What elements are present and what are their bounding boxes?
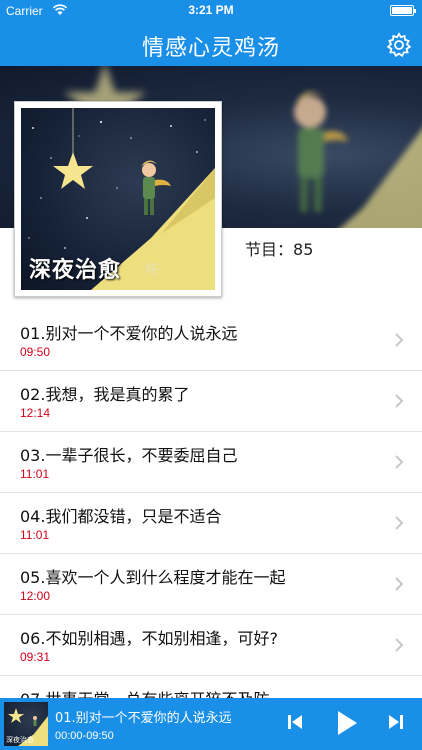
- episode-title: 07.世事无常，总有些离开猝不及防: [20, 686, 269, 698]
- episode-duration: 11:01: [20, 467, 50, 481]
- cover-caption: 深夜治愈: [29, 258, 122, 283]
- program-count-label: 节目：: [245, 240, 294, 259]
- chevron-right-icon: [395, 577, 404, 591]
- page-title: 情感心灵鸡汤: [141, 36, 280, 61]
- episode-title: 01.别对一个不爱你的人说永远: [20, 324, 238, 343]
- previous-track-button[interactable]: [287, 712, 303, 732]
- episode-title: 04.我们都没错，只是不适合: [20, 507, 222, 526]
- episode-duration: 09:50: [20, 345, 51, 359]
- episode-duration: 12:00: [20, 589, 51, 603]
- episode-duration: 11:01: [20, 528, 50, 542]
- player-thumbnail[interactable]: 深夜治愈: [4, 702, 48, 746]
- episode-title: 05.喜欢一个人到什么程度才能在一起: [20, 568, 286, 587]
- list-item[interactable]: 01.别对一个不爱你的人说永远 09:50: [0, 310, 422, 371]
- nav-bar: 情感心灵鸡汤: [0, 22, 422, 66]
- list-item[interactable]: 04.我们都没错，只是不适合 11:01: [0, 493, 422, 554]
- episode-duration: 12:14: [20, 406, 51, 420]
- program-count-value: 85: [293, 240, 314, 259]
- status-bar: Carrier 3:21 PM: [0, 0, 422, 22]
- now-playing-time: 00:00-09:50: [55, 730, 114, 742]
- cover-caption-small: 所: [145, 263, 159, 279]
- thumbnail-caption: 深夜治愈: [6, 736, 34, 744]
- album-cover: 深夜治愈 所: [14, 101, 222, 297]
- next-track-button[interactable]: [388, 712, 404, 732]
- mini-player[interactable]: 深夜治愈 01.别对一个不爱你的人说永远 00:00-09:50: [0, 698, 422, 750]
- list-item[interactable]: 05.喜欢一个人到什么程度才能在一起 12:00: [0, 554, 422, 615]
- album-art: 深夜治愈 所: [21, 108, 215, 290]
- episode-list[interactable]: 01.别对一个不爱你的人说永远 09:50 02.我想，我是真的累了 12:14…: [0, 310, 422, 698]
- list-item[interactable]: 03.一辈子很长，不要委屈自己 11:01: [0, 432, 422, 493]
- chevron-right-icon: [395, 333, 404, 347]
- episode-title: 06.不如别相遇，不如别相逢，可好?: [20, 629, 278, 648]
- episode-title: 02.我想，我是真的累了: [20, 385, 190, 404]
- list-item[interactable]: 02.我想，我是真的累了 12:14: [0, 371, 422, 432]
- gear-icon[interactable]: [386, 32, 412, 58]
- chevron-right-icon: [395, 455, 404, 469]
- list-item[interactable]: 06.不如别相遇，不如别相逢，可好? 09:31: [0, 615, 422, 676]
- episode-duration: 09:31: [20, 650, 51, 664]
- play-button[interactable]: [336, 710, 358, 736]
- program-count: 节目：85: [245, 236, 313, 260]
- episode-title: 03.一辈子很长，不要委屈自己: [20, 446, 238, 465]
- chevron-right-icon: [395, 394, 404, 408]
- clock: 3:21 PM: [188, 3, 234, 17]
- chevron-right-icon: [395, 516, 404, 530]
- chevron-right-icon: [395, 638, 404, 652]
- list-item[interactable]: 07.世事无常，总有些离开猝不及防: [0, 676, 422, 698]
- battery-icon: [390, 5, 416, 16]
- now-playing-title: 01.别对一个不爱你的人说永远: [55, 711, 232, 726]
- little-prince-figure: [294, 91, 348, 212]
